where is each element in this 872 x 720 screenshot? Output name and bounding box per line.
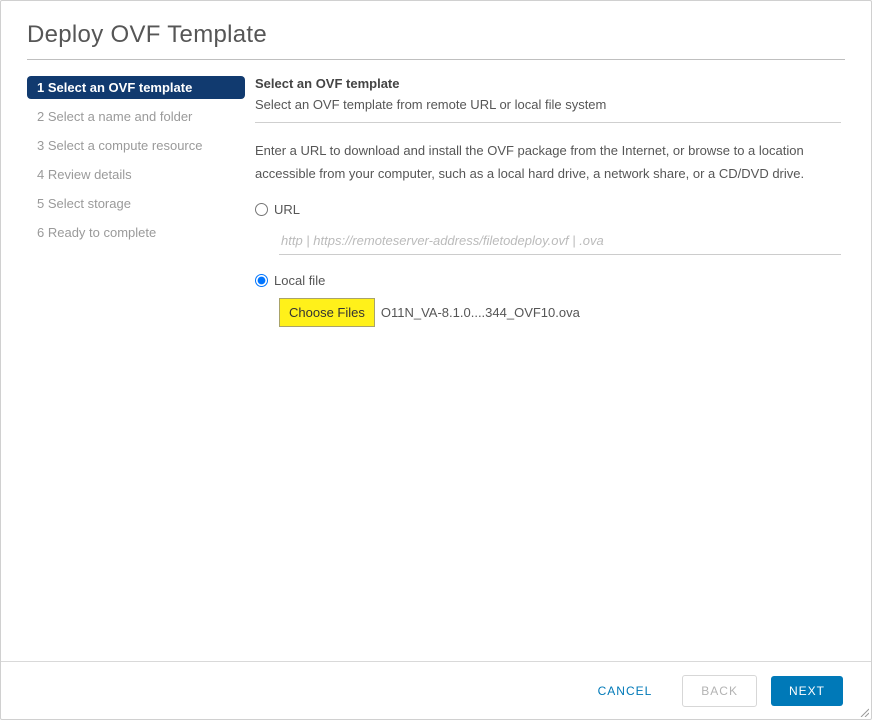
dialog-footer: CANCEL BACK NEXT [1, 661, 871, 719]
step-select-storage[interactable]: 5 Select storage [27, 192, 245, 215]
section-heading: Select an OVF template [255, 76, 841, 91]
back-button[interactable]: BACK [682, 675, 757, 707]
wizard-steps: 1 Select an OVF template 2 Select a name… [27, 76, 245, 327]
step-select-name-folder[interactable]: 2 Select a name and folder [27, 105, 245, 128]
description-text: Enter a URL to download and install the … [255, 139, 841, 186]
url-input[interactable] [279, 227, 841, 255]
step-select-compute-resource[interactable]: 3 Select a compute resource [27, 134, 245, 157]
dialog-title: Deploy OVF Template [27, 21, 845, 60]
section-subheading: Select an OVF template from remote URL o… [255, 97, 841, 112]
selected-filename: O11N_VA-8.1.0....344_OVF10.ova [381, 305, 580, 320]
step-ready-complete[interactable]: 6 Ready to complete [27, 221, 245, 244]
radio-url-label: URL [274, 202, 300, 217]
radio-local-file-label: Local file [274, 273, 325, 288]
radio-url-row[interactable]: URL [255, 202, 841, 217]
next-button[interactable]: NEXT [771, 676, 843, 706]
divider [255, 122, 841, 123]
step-select-ovf-template[interactable]: 1 Select an OVF template [27, 76, 245, 99]
step-review-details[interactable]: 4 Review details [27, 163, 245, 186]
radio-local-file-row[interactable]: Local file [255, 273, 841, 288]
main-panel: Select an OVF template Select an OVF tem… [245, 76, 845, 327]
cancel-button[interactable]: CANCEL [582, 676, 669, 706]
radio-url[interactable] [255, 203, 268, 216]
radio-local-file[interactable] [255, 274, 268, 287]
choose-files-button[interactable]: Choose Files [279, 298, 375, 327]
resize-grip-icon[interactable] [859, 707, 869, 717]
